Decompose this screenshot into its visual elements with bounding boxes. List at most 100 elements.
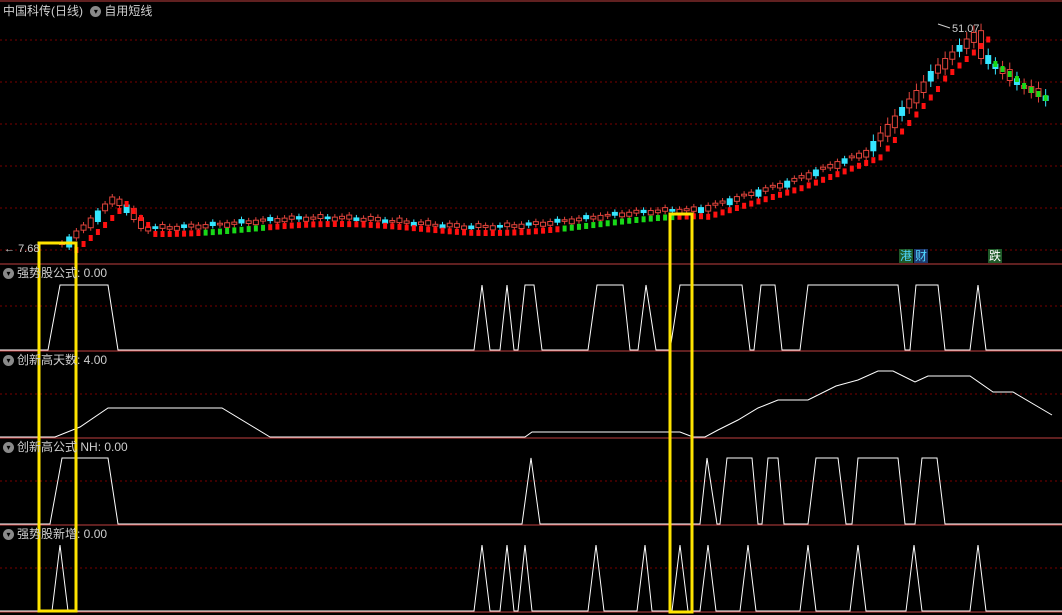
chevron-down-icon[interactable]: ▾: [3, 529, 14, 541]
ma-segment: [1043, 95, 1048, 101]
ma-segment: [935, 86, 940, 92]
panel-strong-stock-new: ▾ 强势股新增: 0.00: [3, 527, 107, 541]
candle-body: [942, 58, 949, 70]
candle-body: [116, 198, 123, 206]
ma-segment: [505, 229, 510, 236]
candle-body: [295, 216, 302, 220]
candle-body: [741, 193, 748, 197]
ma-segment: [533, 228, 538, 235]
ma-segment: [770, 194, 775, 200]
ma-segment: [289, 222, 294, 229]
ma-segment: [562, 225, 567, 232]
candle-body: [87, 217, 94, 229]
chevron-down-icon[interactable]: ▾: [90, 6, 102, 18]
ma-segment: [347, 221, 352, 228]
ma-segment: [454, 228, 459, 235]
ma-segment: [153, 230, 158, 237]
candle-body: [374, 216, 381, 222]
panel-title: 强势股公式: [17, 266, 78, 280]
candle-body: [920, 81, 927, 94]
ma-segment: [569, 224, 574, 231]
candle-body: [159, 224, 166, 229]
ma-segment: [368, 221, 373, 228]
ma-segment: [1029, 87, 1034, 93]
ma-segment: [648, 215, 653, 222]
stock-name: 中国科传(日线): [3, 4, 83, 18]
high-price-label: 51.07: [952, 23, 980, 35]
panel-value: : 4.00: [77, 353, 108, 367]
ma-segment: [612, 219, 617, 226]
candle-body: [669, 209, 676, 212]
ma-segment: [641, 216, 646, 223]
candle-body: [468, 225, 475, 230]
ma-segment: [576, 223, 581, 230]
candle-body: [102, 203, 109, 212]
ma-segment: [885, 145, 890, 152]
ma-segment: [411, 225, 416, 232]
ma-segment: [950, 69, 955, 75]
candle-body: [281, 217, 288, 223]
ma-segment: [419, 225, 423, 232]
candle-body: [841, 158, 848, 164]
candle-body: [611, 211, 618, 216]
ma-segment: [81, 241, 86, 247]
ma-segment: [1022, 83, 1027, 89]
indicator-name[interactable]: 自用短线: [104, 4, 152, 18]
candle-body: [324, 216, 331, 220]
ma-segment: [763, 196, 768, 203]
ma-segment: [598, 221, 603, 228]
chevron-down-icon[interactable]: ▾: [3, 268, 14, 280]
ma-segment: [828, 174, 833, 180]
candle-body: [855, 152, 862, 159]
ma-segment: [792, 187, 797, 194]
chevron-down-icon[interactable]: ▾: [3, 442, 14, 454]
ma-segment: [878, 154, 883, 161]
candle-body: [245, 220, 252, 224]
ma-segment: [311, 221, 316, 228]
candle-body: [518, 223, 525, 230]
candle-body: [554, 218, 561, 223]
panel-title: 强势股新增: [17, 527, 78, 541]
candle-body: [496, 224, 503, 228]
candle-body: [288, 215, 295, 220]
candle-body: [231, 221, 238, 225]
ma-segment: [821, 176, 826, 183]
ma-segment: [117, 208, 122, 214]
ma-segment: [167, 230, 172, 237]
ma-segment: [620, 218, 625, 225]
candle-body: [762, 187, 769, 192]
candle-body: [202, 224, 209, 229]
ma-segment: [476, 229, 481, 236]
ma-segment: [706, 213, 711, 220]
ma-segment: [469, 229, 474, 236]
candle-body: [726, 198, 733, 206]
candle-body: [504, 222, 511, 228]
ma-segment: [246, 226, 251, 233]
candle-body: [389, 220, 396, 223]
ma-segment: [864, 160, 869, 166]
candle-body: [303, 216, 310, 222]
ma-segment: [138, 215, 143, 221]
chevron-down-icon[interactable]: ▾: [3, 355, 14, 367]
panel-title: 创新高公式: [17, 440, 78, 454]
low-price-label: ← 7.68: [4, 243, 40, 255]
candle-body: [777, 182, 783, 189]
ma-segment: [483, 230, 488, 237]
candle-body: [403, 220, 410, 224]
ma-segment: [979, 43, 984, 49]
candle-body: [238, 219, 245, 224]
ma-segment: [110, 215, 115, 221]
candle-body: [949, 51, 956, 60]
ma-segment: [512, 229, 517, 236]
ma-segment: [318, 221, 323, 228]
candle-body: [834, 161, 841, 169]
tag-die: 跌: [988, 249, 1003, 263]
panel-value: : 0.00: [77, 527, 108, 541]
candle-body: [489, 225, 496, 231]
candle-body: [216, 222, 223, 226]
ma-segment: [663, 214, 668, 221]
candle-body: [927, 71, 934, 82]
candle-body: [224, 222, 231, 228]
ma-segment: [497, 229, 502, 236]
stock-chart[interactable]: [0, 0, 1062, 615]
